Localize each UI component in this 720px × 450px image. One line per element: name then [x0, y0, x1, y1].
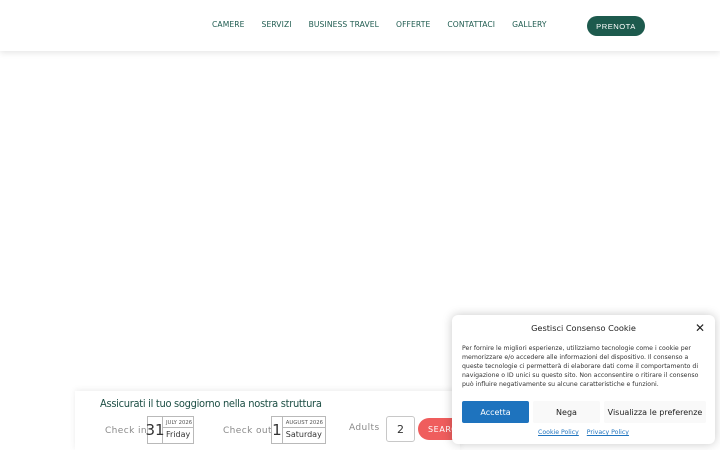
checkin-date-picker[interactable]: 31 JULY 2026 Friday: [145, 416, 195, 444]
cookie-links: Cookie Policy Privacy Policy: [452, 429, 715, 436]
booking-title: Assicurati il tuo soggiorno nella nostra…: [100, 397, 322, 410]
cookie-consent-dialog: Gestisci Consenso Cookie ✕ Per fornire l…: [452, 315, 715, 444]
deny-button[interactable]: Nega: [533, 401, 600, 423]
adults-label: Adults: [349, 423, 380, 433]
page: CAMERE SERVIZI BUSINESS TRAVEL OFFERTE C…: [0, 0, 720, 450]
site-header: CAMERE SERVIZI BUSINESS TRAVEL OFFERTE C…: [0, 0, 720, 51]
booking-bar: Assicurati il tuo soggiorno nella nostra…: [75, 391, 460, 450]
adults-input[interactable]: 2: [386, 416, 415, 442]
checkout-date-picker[interactable]: 1 AUGUST 2026 Saturday: [271, 416, 326, 444]
cookie-title: Gestisci Consenso Cookie: [531, 323, 636, 333]
nav-item-contattaci[interactable]: CONTATTACI: [447, 20, 495, 29]
nav-item-gallery[interactable]: GALLERY: [512, 20, 546, 29]
checkout-label: Check out: [223, 426, 272, 436]
checkout-weekday: Saturday: [285, 430, 322, 439]
main-nav: CAMERE SERVIZI BUSINESS TRAVEL OFFERTE C…: [212, 20, 564, 29]
privacy-policy-link[interactable]: Privacy Policy: [587, 429, 629, 436]
nav-item-offerte[interactable]: OFFERTE: [396, 20, 430, 29]
cookie-policy-link[interactable]: Cookie Policy: [538, 429, 579, 436]
checkin-label: Check in: [105, 426, 147, 436]
nav-item-camere[interactable]: CAMERE: [212, 20, 245, 29]
view-preferences-button[interactable]: Visualizza le preferenze: [604, 401, 706, 423]
close-icon[interactable]: ✕: [695, 321, 705, 335]
checkin-day: 31: [145, 417, 165, 443]
prenota-button[interactable]: PRENOTA: [587, 16, 645, 36]
checkout-month-year: AUGUST 2026: [282, 417, 325, 428]
checkin-month-year: JULY 2026: [163, 417, 195, 428]
checkout-day: 1: [272, 417, 283, 443]
nav-item-business-travel[interactable]: BUSINESS TRAVEL: [309, 20, 379, 29]
accept-button[interactable]: Accetta: [462, 401, 529, 423]
cookie-description: Per fornire le migliori esperienze, util…: [462, 345, 699, 388]
checkin-weekday: Friday: [166, 430, 191, 439]
nav-item-servizi[interactable]: SERVIZI: [262, 20, 292, 29]
